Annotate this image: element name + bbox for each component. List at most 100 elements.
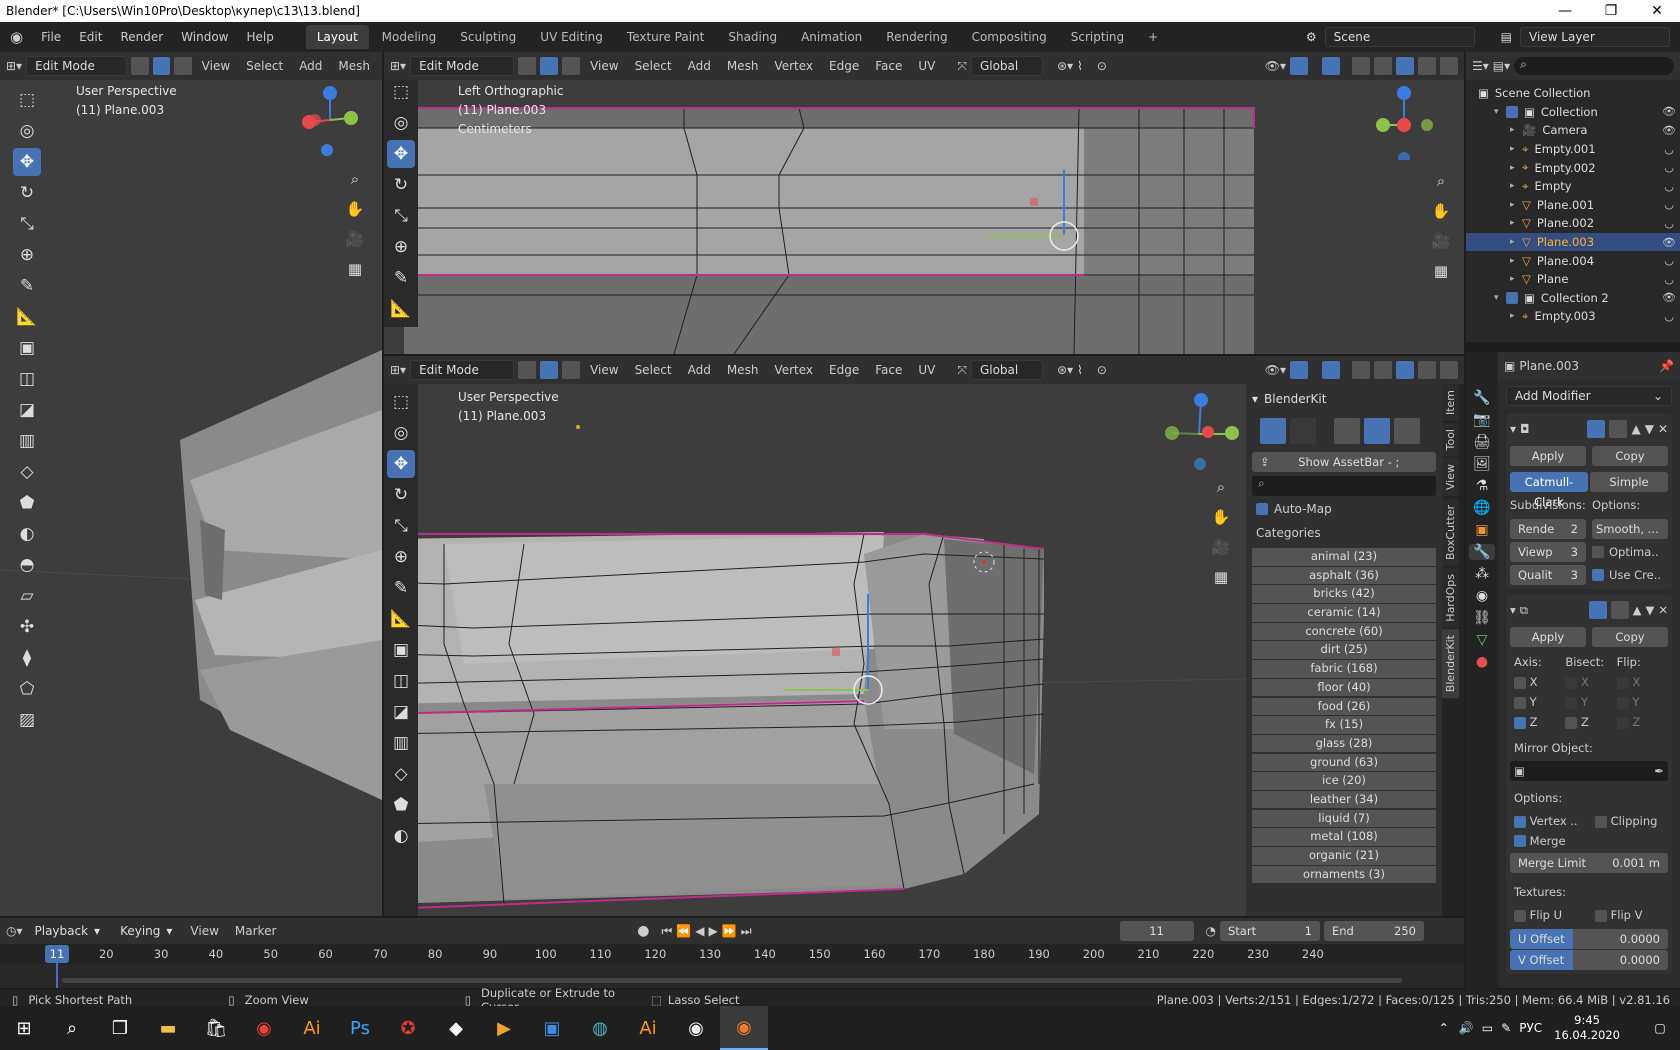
edge-select-button[interactable] [152, 57, 171, 75]
playback-menu[interactable]: Playback ▾ [27, 922, 109, 940]
eye-icon[interactable]: 👁 [1658, 105, 1680, 118]
grid-icon[interactable]: ▦ [1208, 564, 1234, 590]
optimal-checkbox[interactable] [1592, 546, 1604, 558]
gizmo-toggle[interactable] [1290, 361, 1308, 379]
shading-render[interactable] [1440, 361, 1458, 379]
task-view-icon[interactable]: ❐ [96, 1006, 144, 1050]
expand-icon[interactable]: ▾ [1494, 107, 1506, 117]
app-red-icon[interactable]: ✪ [384, 1006, 432, 1050]
data-icon[interactable]: ▽ [1477, 632, 1488, 648]
shading-material[interactable] [1418, 57, 1436, 75]
outliner-row[interactable]: ▾ ▣ Collection 👁 [1466, 103, 1680, 122]
start-frame-field[interactable]: Start 1 [1220, 921, 1320, 941]
clipping-checkbox[interactable] [1595, 815, 1607, 828]
search-brushes-icon[interactable] [1394, 418, 1420, 444]
axis-y-checkbox[interactable] [1514, 696, 1526, 709]
clock[interactable]: 9:45 16.04.2020 [1554, 1013, 1620, 1043]
main-menu-mesh[interactable]: Mesh [721, 361, 765, 379]
tab-shading[interactable]: Shading [717, 25, 788, 49]
viewport-toggle[interactable] [1610, 601, 1629, 619]
tab-rendering[interactable]: Rendering [875, 25, 958, 49]
left-nav-gizmo[interactable] [295, 80, 365, 160]
flip-z-checkbox[interactable] [1616, 716, 1629, 729]
shading-material[interactable] [1418, 361, 1436, 379]
editor-type-icon[interactable]: ⊞▾ [390, 59, 406, 73]
camera-icon[interactable]: 🎥 [342, 226, 368, 252]
add-workspace-button[interactable]: + [1137, 25, 1169, 49]
scale-tool[interactable]: ⤡ [387, 512, 415, 540]
viewport-toggle[interactable] [1609, 420, 1628, 438]
tab-texture-paint[interactable]: Texture Paint [616, 25, 715, 49]
disclosure-icon[interactable]: ▸ [1510, 237, 1522, 247]
snap-icon[interactable]: ⌇ [1077, 363, 1083, 377]
tab-view[interactable]: View [1442, 458, 1459, 497]
merge-row[interactable]: Merge [1514, 831, 1668, 851]
main-menu-select[interactable]: Select [629, 361, 678, 379]
transform-tool[interactable]: ⊕ [387, 543, 415, 571]
editor-type-icon[interactable]: ⊞▾ [6, 59, 22, 73]
vertex-select-button[interactable] [131, 57, 149, 75]
scale-tool[interactable]: ⤡ [13, 210, 41, 238]
keyboard-language[interactable]: РУС [1519, 1021, 1542, 1035]
current-frame-field[interactable]: 11 [1119, 921, 1194, 941]
blender-logo-icon[interactable]: ◉ [0, 24, 31, 50]
editmode-toggle[interactable] [1587, 420, 1606, 438]
outliner-row[interactable]: ▸ ⌖ Empty.002 ◡ [1466, 158, 1680, 177]
flip-v-checkbox[interactable] [1595, 909, 1607, 922]
world-icon[interactable]: 🌐 [1473, 500, 1490, 516]
clock-icon[interactable]: ◔ [1206, 924, 1216, 938]
collection-checkbox[interactable] [1506, 291, 1518, 304]
pivot-icon[interactable]: ⊛▾ [1057, 363, 1073, 377]
timeline-menu-view[interactable]: View [184, 922, 224, 940]
display-mode-icon[interactable]: ▤▾ [1493, 59, 1510, 73]
transform-tool[interactable]: ⊕ [13, 241, 41, 269]
timeline-area[interactable]: 11 20 30 40 50 60 70 80 90 100 110 120 130 140 150 160… [0, 944, 1464, 988]
network-icon[interactable]: ▭ [1482, 1021, 1493, 1035]
camera-icon[interactable]: 🎥 [1208, 534, 1234, 560]
move-tool[interactable]: ✥ [387, 450, 415, 478]
blender-active-icon[interactable]: ◉ [720, 1006, 768, 1050]
eye-closed-icon[interactable]: ◡ [1658, 254, 1680, 267]
vertex-select-button[interactable] [518, 57, 537, 75]
top-menu-face[interactable]: Face [869, 57, 908, 75]
merge-checkbox[interactable] [1514, 835, 1526, 847]
category-button[interactable]: fabric (168) [1252, 660, 1436, 678]
poly-build-tool[interactable]: ⬟ [13, 489, 41, 517]
measure-tool[interactable]: 📐 [387, 295, 415, 323]
select-box-tool[interactable]: ⬚ [13, 86, 41, 114]
shading-solid[interactable] [1396, 57, 1414, 75]
bevel-tool[interactable]: ◪ [13, 396, 41, 424]
view-layer-selector[interactable]: View Layer [1520, 27, 1670, 47]
shear-tool[interactable]: ⧫ [13, 644, 41, 672]
grid-icon[interactable]: ▦ [1428, 258, 1454, 284]
axis-z-checkbox[interactable] [1514, 716, 1526, 729]
automap-checkbox[interactable] [1256, 503, 1268, 515]
category-button[interactable]: floor (40) [1252, 678, 1436, 697]
outliner-row[interactable]: ▾ ▣ Collection 2 👁 [1466, 289, 1680, 308]
overlay-toggle[interactable] [1322, 361, 1340, 379]
menu-file[interactable]: File [33, 26, 69, 48]
rotate-tool[interactable]: ↻ [13, 179, 41, 207]
shrink-fatten-tool[interactable]: ✣ [13, 613, 41, 641]
tab-blenderkit[interactable]: BlenderKit [1442, 629, 1459, 699]
chrome-icon[interactable]: ◉ [240, 1006, 288, 1050]
main-menu-vertex[interactable]: Vertex [768, 361, 819, 379]
viewport-levels-field[interactable]: Viewp 3 [1510, 542, 1586, 562]
inset-tool[interactable]: ◫ [13, 365, 41, 393]
annotate-tool[interactable]: ✎ [13, 272, 41, 300]
top-mode-dropdown[interactable]: Edit Mode [410, 56, 515, 76]
main-mode-dropdown[interactable]: Edit Mode [410, 360, 515, 380]
editmode-toggle[interactable] [1588, 601, 1607, 619]
output-icon[interactable]: 🖨 [1473, 434, 1491, 450]
axis-x-row[interactable]: X [1514, 675, 1565, 689]
xray-toggle[interactable] [1352, 361, 1370, 379]
tab-animation[interactable]: Animation [790, 25, 873, 49]
disclosure-icon[interactable]: ▸ [1510, 256, 1522, 266]
subsurf-apply-button[interactable]: Apply [1510, 446, 1586, 466]
search-models-icon[interactable] [1260, 418, 1286, 444]
modifier-icon[interactable]: 🔧 [1469, 544, 1495, 560]
rotate-tool[interactable]: ↻ [387, 481, 415, 509]
tray-chevron-icon[interactable]: ⌃ [1439, 1021, 1449, 1035]
proportional-icon[interactable]: ⊙ [1097, 363, 1107, 377]
jump-start-icon[interactable]: ⏮ [662, 924, 673, 939]
